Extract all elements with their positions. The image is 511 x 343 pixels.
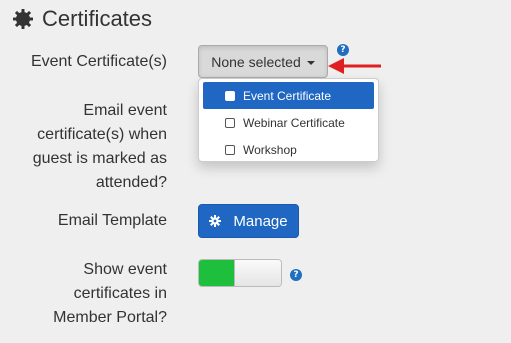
annotation-arrow-icon <box>328 58 381 74</box>
event-certificates-label: Event Certificate(s) <box>30 53 167 70</box>
toggle-on-track <box>199 260 234 286</box>
dropdown-option-workshop[interactable]: Workshop <box>199 136 378 163</box>
option-label: Webinar Certificate <box>243 115 345 130</box>
label-line: attended? <box>95 174 167 191</box>
label-line: Member Portal? <box>53 309 167 326</box>
label-line: certificate(s) when <box>37 126 167 143</box>
select-value: None selected <box>211 53 301 70</box>
section-title: Certificates <box>42 6 153 31</box>
show-in-portal-label: Show event certificates in Member Portal… <box>53 258 167 330</box>
label-line: certificates in <box>73 285 167 302</box>
certificate-dropdown-menu: Event Certificate Webinar Certificate Wo… <box>198 78 379 162</box>
option-label: Event Certificate <box>243 88 332 103</box>
section-header: Certificates <box>12 4 152 34</box>
dropdown-option-webinar-certificate[interactable]: Webinar Certificate <box>199 109 378 136</box>
manage-button-label: Manage <box>233 212 288 230</box>
label-line: guest is marked as <box>32 150 167 167</box>
caret-down-icon <box>306 60 315 65</box>
label-line: Email event <box>83 102 167 119</box>
toggle-knob[interactable] <box>234 260 281 286</box>
certificate-select-button[interactable]: None selected <box>198 45 328 78</box>
help-icon[interactable]: ? <box>337 44 349 56</box>
option-label: Workshop <box>243 142 297 157</box>
dropdown-option-event-certificate[interactable]: Event Certificate <box>203 82 374 109</box>
checkbox[interactable] <box>225 144 235 155</box>
help-icon[interactable]: ? <box>290 269 302 281</box>
gear-icon <box>209 215 222 227</box>
email-attended-label: Email event certificate(s) when guest is… <box>33 99 167 195</box>
email-template-label: Email Template <box>57 212 167 229</box>
checkbox[interactable] <box>225 117 235 128</box>
show-in-portal-toggle[interactable] <box>198 259 282 287</box>
label-line: Show event <box>83 261 167 278</box>
gear-icon <box>13 9 33 29</box>
manage-button[interactable]: Manage <box>198 204 299 238</box>
checkbox[interactable] <box>225 90 235 101</box>
